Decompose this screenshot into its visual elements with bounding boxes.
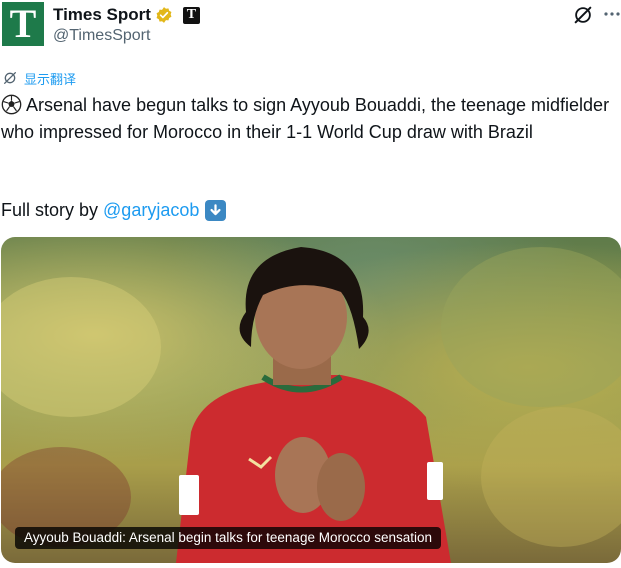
tweet-body: Arsenal have begun talks to sign Ayyoub … <box>1 95 610 142</box>
media-caption: Ayyoub Bouaddi: Arsenal begin talks for … <box>15 527 442 549</box>
translate-icon <box>3 72 16 84</box>
player-photo <box>1 247 621 563</box>
tweet-text: Arsenal have begun talks to sign Ayyoub … <box>1 92 617 145</box>
name-row: Times Sport T <box>53 4 200 26</box>
full-story-line: Full story by @garyjacob <box>1 197 227 223</box>
media-card[interactable]: Ayyoub Bouaddi: Arsenal begin talks for … <box>1 237 621 563</box>
grok-icon[interactable] <box>572 4 594 26</box>
mention-link[interactable]: @garyjacob <box>103 197 199 223</box>
handle[interactable]: @TimesSport <box>53 27 150 45</box>
more-icon[interactable] <box>602 4 621 24</box>
down-arrow-icon <box>205 199 227 221</box>
display-name[interactable]: Times Sport <box>53 5 151 25</box>
avatar[interactable]: T <box>2 2 44 46</box>
tweet-header: T Times Sport T @TimesSport <box>0 0 621 56</box>
soccer-ball-icon <box>1 94 22 115</box>
show-translation-link[interactable]: 显示翻译 <box>2 68 76 88</box>
verified-badge-icon <box>156 7 172 23</box>
translate-label[interactable]: 显示翻译 <box>24 69 76 88</box>
affiliate-badge-icon[interactable]: T <box>182 6 200 24</box>
full-story-label: Full story by <box>1 200 99 220</box>
